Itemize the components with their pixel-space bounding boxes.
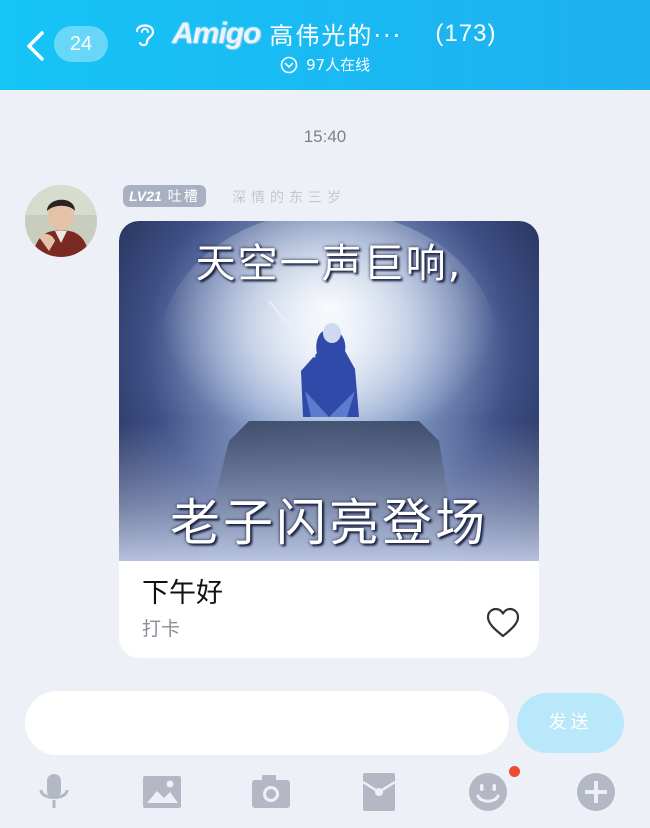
avatar[interactable]	[25, 185, 97, 257]
meme-caption-top: 天空一声巨响,	[195, 241, 463, 287]
send-button[interactable]: 发送	[517, 693, 624, 753]
microphone-icon[interactable]	[32, 770, 76, 814]
plus-icon[interactable]	[574, 770, 618, 814]
heart-icon[interactable]	[486, 607, 520, 639]
notification-dot	[509, 766, 520, 777]
level-badge: LV21 吐槽	[123, 185, 206, 207]
message-card[interactable]: 天空一声巨响, 老子闪亮登场 下午好 打卡	[119, 221, 539, 658]
sender-name[interactable]: 深情的东三岁	[232, 187, 346, 207]
unread-count-badge: 24	[54, 26, 108, 62]
card-title: 下午好	[142, 578, 223, 609]
emoji-icon[interactable]	[466, 770, 510, 814]
meme-image[interactable]: 天空一声巨响, 老子闪亮登场	[119, 221, 539, 561]
ear-icon[interactable]	[133, 20, 157, 48]
member-title: 吐槽	[167, 188, 200, 204]
back-button[interactable]: 24	[24, 22, 114, 68]
group-name: 高伟光的···	[269, 22, 403, 50]
camera-icon[interactable]	[249, 770, 293, 814]
chat-header: 24 Amigo 高伟光的··· (173) 97人在线	[0, 0, 650, 90]
online-status[interactable]: 97人在线	[280, 54, 370, 76]
group-title[interactable]: Amigo 高伟光的··· (173)	[172, 16, 496, 56]
meme-caption-bottom: 老子闪亮登场	[170, 494, 488, 552]
message-input[interactable]	[25, 691, 509, 755]
message-timestamp: 15:40	[303, 127, 347, 146]
chevron-left-icon	[27, 31, 44, 61]
chevron-down-circle-icon	[280, 56, 298, 73]
online-count: 97人在线	[306, 56, 371, 74]
image-icon[interactable]	[140, 770, 184, 814]
card-subtitle: 打卡	[142, 618, 181, 640]
member-count: (173)	[435, 19, 497, 47]
red-packet-icon[interactable]	[357, 770, 401, 814]
level-text: LV21	[129, 188, 162, 204]
brand-logo: Amigo	[172, 16, 261, 50]
